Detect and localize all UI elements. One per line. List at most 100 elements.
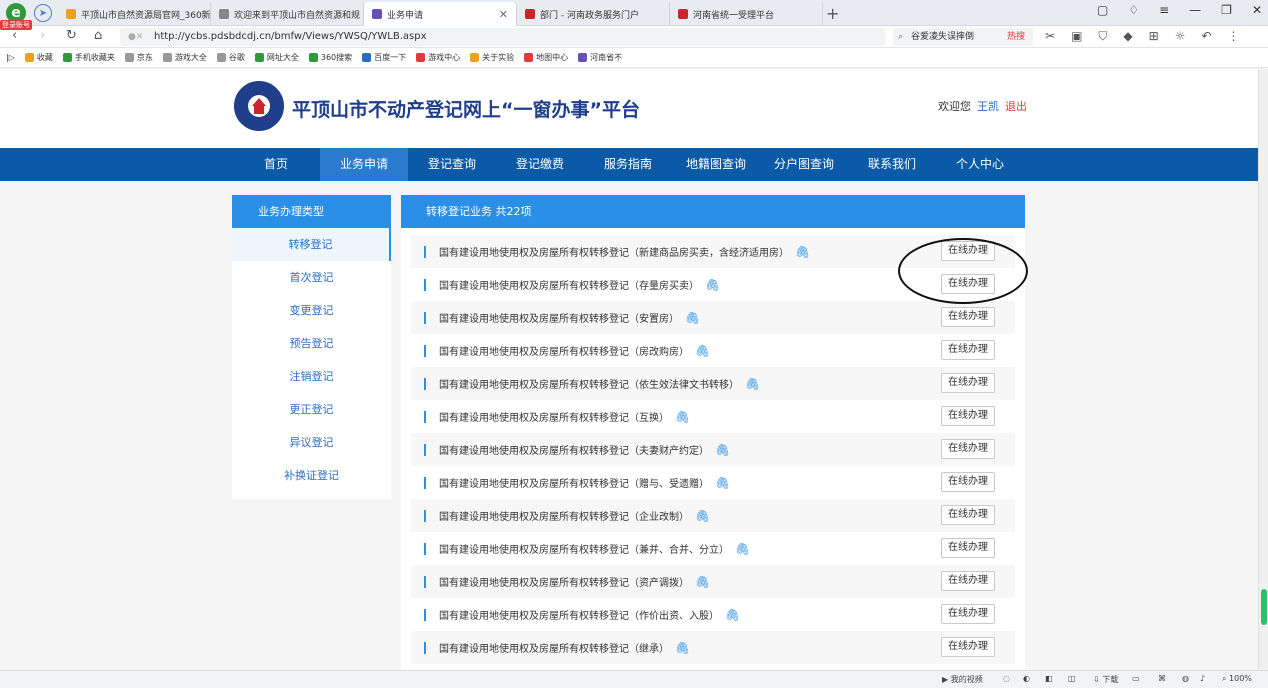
undo-icon[interactable]: ↶ [1201,29,1211,44]
sidebar-item-0[interactable]: 转移登记 [232,228,391,261]
status-icon-g[interactable]: ◍ [1182,674,1189,683]
sidebar-item-5[interactable]: 更正登记 [232,393,391,426]
tab-0[interactable]: 平顶山市自然资源局官网_360新 [58,2,211,26]
logout-link[interactable]: 退出 [1005,100,1027,113]
online-apply-button[interactable]: 在线办理 [941,505,995,525]
brightness-icon[interactable]: ☼ [1175,29,1186,44]
download-link[interactable]: ⇩ 下载 [1093,674,1118,685]
bookmark-item[interactable]: 地图中心 [524,52,568,63]
business-name[interactable]: 国有建设用地使用权及房屋所有权转移登记（资产调拨） [439,574,689,589]
business-name[interactable]: 国有建设用地使用权及房屋所有权转移登记（互换） [439,409,669,424]
tab-close-icon[interactable]: ✕ [499,8,508,21]
tab-4[interactable]: 河南省统一受理平台 [670,2,823,26]
nav-item-7[interactable]: 联系我们 [848,148,936,181]
url-field[interactable]: ●✕ http://ycbs.pdsbdcdj.cn/bmfw/Views/YW… [120,28,885,46]
attachment-icon[interactable]: 🖇 [685,311,700,325]
online-apply-button[interactable]: 在线办理 [941,241,995,261]
online-apply-button[interactable]: 在线办理 [941,406,995,426]
zoom-level[interactable]: ⌕ 100% [1222,674,1252,684]
bookmark-item[interactable]: 网址大全 [254,52,299,63]
online-apply-button[interactable]: 在线办理 [941,274,995,294]
status-icon-a[interactable]: ◌ [1003,674,1010,683]
back-icon[interactable]: ‹ [12,28,17,43]
close-window-icon[interactable]: ✕ [1252,3,1262,17]
nav-item-3[interactable]: 登记缴费 [496,148,584,181]
online-apply-button[interactable]: 在线办理 [941,340,995,360]
business-name[interactable]: 国有建设用地使用权及房屋所有权转移登记（依生效法律文书转移） [439,376,739,391]
shield-icon[interactable]: ⛉ [1098,29,1107,44]
attachment-icon[interactable]: 🖇 [695,344,710,358]
video-link[interactable]: ▶ 我的视频 [942,674,983,685]
navigation-icon[interactable]: ➤ [34,4,52,22]
online-apply-button[interactable]: 在线办理 [941,637,995,657]
sound-icon[interactable]: ♪ [1200,674,1205,683]
bookmark-item[interactable]: 谷歌 [216,52,245,63]
online-apply-button[interactable]: 在线办理 [941,538,995,558]
business-name[interactable]: 国有建设用地使用权及房屋所有权转移登记（兼并、合并、分立） [439,541,729,556]
attachment-icon[interactable]: 🖇 [745,377,760,391]
bookmark-item[interactable]: 京东 [124,52,153,63]
sidebar-toggle-icon[interactable]: ▢ [1097,3,1108,17]
online-apply-button[interactable]: 在线办理 [941,604,995,624]
attachment-icon[interactable]: 🖇 [795,245,810,259]
nav-item-2[interactable]: 登记查询 [408,148,496,181]
sidebar-item-2[interactable]: 变更登记 [232,294,391,327]
status-icon-f[interactable]: ⌘ [1158,674,1166,683]
online-apply-button[interactable]: 在线办理 [941,472,995,492]
more-icon[interactable]: ⋮ [1228,29,1240,44]
status-icon-e[interactable]: ▭ [1132,674,1140,683]
bookmark-toggle-icon[interactable]: |▷ [6,53,15,62]
bookmark-item[interactable]: 360搜索 [308,52,352,63]
nav-item-0[interactable]: 首页 [232,148,320,181]
business-name[interactable]: 国有建设用地使用权及房屋所有权转移登记（作价出资、入股） [439,607,719,622]
refresh-icon[interactable]: ↻ [66,28,77,43]
status-icon-c[interactable]: ◧ [1045,674,1053,683]
scrollbar-thumb[interactable] [1261,589,1267,625]
attachment-icon[interactable]: 🖇 [675,641,690,655]
business-name[interactable]: 国有建设用地使用权及房屋所有权转移登记（存量房买卖） [439,277,699,292]
business-name[interactable]: 国有建设用地使用权及房屋所有权转移登记（夫妻财产约定） [439,442,709,457]
sidebar-item-3[interactable]: 预告登记 [232,327,391,360]
business-name[interactable]: 国有建设用地使用权及房屋所有权转移登记（房改购房） [439,343,689,358]
attachment-icon[interactable]: 🖇 [715,443,730,457]
tab-3[interactable]: 部门 - 河南政务服务门户 [517,2,670,26]
nav-item-4[interactable]: 服务指南 [584,148,672,181]
hot-search-label[interactable]: 热搜 [1007,28,1025,46]
menu-icon[interactable]: ≡ [1159,3,1169,17]
online-apply-button[interactable]: 在线办理 [941,571,995,591]
scissors-icon[interactable]: ✂ [1045,29,1055,44]
bookmark-item[interactable]: 收藏 [24,52,53,63]
login-badge[interactable]: 登录账号 [0,20,32,30]
bookmark-item[interactable]: 百度一下 [362,52,406,63]
online-apply-button[interactable]: 在线办理 [941,439,995,459]
restore-icon[interactable]: ❐ [1221,3,1232,17]
vertical-scrollbar[interactable] [1258,69,1268,670]
business-name[interactable]: 国有建设用地使用权及房屋所有权转移登记（赠与、受遗赠） [439,475,709,490]
sidebar-item-6[interactable]: 异议登记 [232,426,391,459]
tab-2[interactable]: 业务申请 ✕ [364,2,517,26]
attachment-icon[interactable]: 🖇 [695,575,710,589]
nav-item-5[interactable]: 地籍图查询 [672,148,760,181]
attachment-icon[interactable]: 🖇 [715,476,730,490]
business-name[interactable]: 国有建设用地使用权及房屋所有权转移登记（安置房） [439,310,679,325]
nav-item-1[interactable]: 业务申请 [320,148,408,181]
attachment-icon[interactable]: 🖇 [725,608,740,622]
business-name[interactable]: 国有建设用地使用权及房屋所有权转移登记（企业改制） [439,508,689,523]
sidebar-item-7[interactable]: 补换证登记 [232,459,391,492]
grid-icon[interactable]: ⊞ [1149,29,1159,44]
bookmark-item[interactable]: 河南省不 [578,52,622,63]
new-tab-button[interactable]: + [826,4,839,23]
online-apply-button[interactable]: 在线办理 [941,373,995,393]
bookmark-item[interactable]: 手机收藏夹 [62,52,115,63]
search-input[interactable]: ⌕ 谷爱凌失误摔倒 热搜 [893,28,1033,46]
minimize-icon[interactable]: — [1189,3,1201,17]
user-link[interactable]: 王凯 [977,100,999,113]
skin-icon[interactable]: ♢ [1128,3,1139,17]
extension-icon[interactable]: ▣ [1071,29,1082,44]
bookmark-item[interactable]: 游戏大全 [162,52,207,63]
bookmark-item[interactable]: 关于实验 [470,52,514,63]
sidebar-item-4[interactable]: 注销登记 [232,360,391,393]
status-icon-d[interactable]: ◫ [1068,674,1076,683]
bookmark-item[interactable]: 游戏中心 [416,52,460,63]
status-icon-b[interactable]: ◐ [1023,674,1030,683]
